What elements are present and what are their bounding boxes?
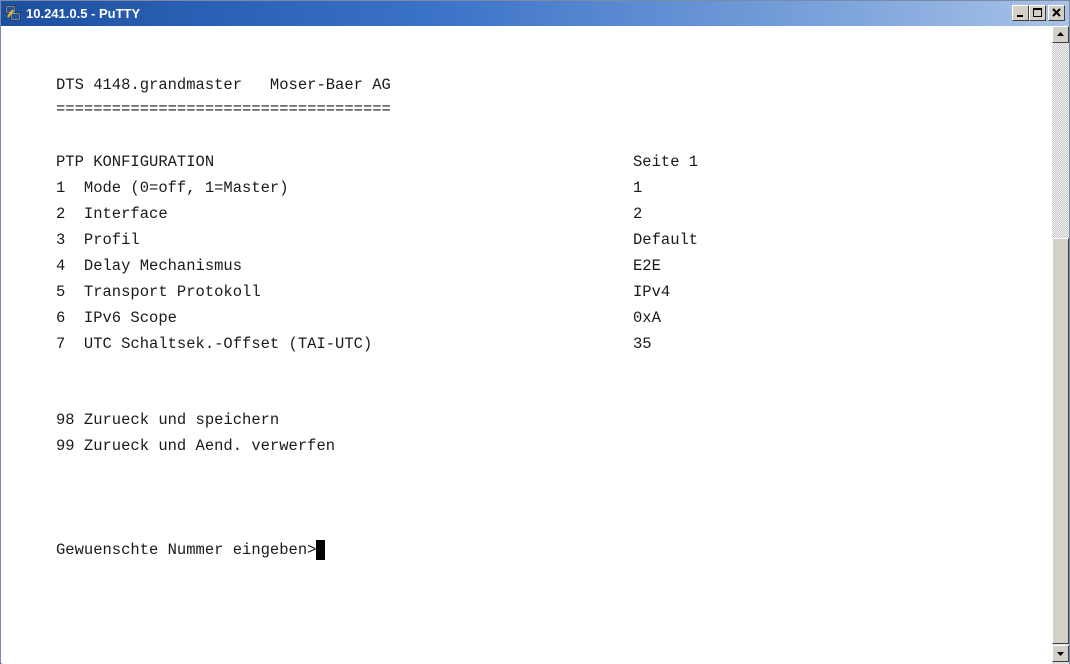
putty-icon[interactable] — [5, 5, 21, 21]
menu-item-utc-offset: 7 UTC Schaltsek.-Offset (TAI-UTC) — [56, 335, 373, 353]
menu-value-interface: 2 — [633, 205, 643, 223]
separator-line: ==================================== — [56, 100, 391, 118]
scroll-up-button[interactable] — [1052, 26, 1069, 43]
scroll-down-button[interactable] — [1052, 645, 1069, 662]
prompt-text: Gewuenschte Nummer eingeben> — [56, 541, 317, 559]
menu-item-interface: 2 Interface — [56, 205, 168, 223]
window-title: 10.241.0.5 - PuTTY — [26, 6, 141, 21]
menu-item-mode: 1 Mode (0=off, 1=Master) — [56, 179, 289, 197]
text-cursor — [316, 540, 326, 560]
menu-value-utc-offset: 35 — [633, 335, 652, 353]
menu-item-transport-protokoll: 5 Transport Protokoll — [56, 283, 261, 301]
menu-item-delay-mechanismus: 4 Delay Mechanismus — [56, 257, 243, 275]
action-discard: 99 Zurueck und Aend. verwerfen — [56, 437, 336, 455]
terminal-screen[interactable]: DTS 4148.grandmaster Moser-Baer AG =====… — [2, 26, 1052, 664]
arrow-up-icon — [1057, 32, 1064, 36]
close-button[interactable] — [1048, 5, 1065, 21]
minimize-icon — [1017, 15, 1023, 17]
scrollbar-thumb[interactable] — [1052, 238, 1069, 644]
section-title: PTP KONFIGURATION — [56, 153, 215, 171]
maximize-icon — [1033, 8, 1042, 17]
vertical-scrollbar[interactable] — [1052, 26, 1069, 664]
close-icon — [1052, 8, 1061, 17]
arrow-down-icon — [1057, 652, 1064, 656]
input-prompt[interactable]: Gewuenschte Nummer eingeben> — [56, 540, 326, 560]
menu-value-mode: 1 — [633, 179, 643, 197]
menu-item-ipv6-scope: 6 IPv6 Scope — [56, 309, 177, 327]
header-line: DTS 4148.grandmaster Moser-Baer AG — [56, 76, 391, 94]
menu-value-transport-protokoll: IPv4 — [633, 283, 671, 301]
maximize-button[interactable] — [1029, 5, 1046, 21]
putty-window: 10.241.0.5 - PuTTY DTS 4148.grandmaster … — [0, 0, 1070, 664]
menu-item-profil: 3 Profil — [56, 231, 140, 249]
menu-value-profil: Default — [633, 231, 699, 249]
page-label: Seite 1 — [633, 153, 699, 171]
menu-value-ipv6-scope: 0xA — [633, 309, 661, 327]
minimize-button[interactable] — [1012, 5, 1029, 21]
title-bar[interactable]: 10.241.0.5 - PuTTY — [1, 1, 1069, 26]
action-save: 98 Zurueck und speichern — [56, 411, 280, 429]
menu-value-delay-mechanismus: E2E — [633, 257, 661, 275]
